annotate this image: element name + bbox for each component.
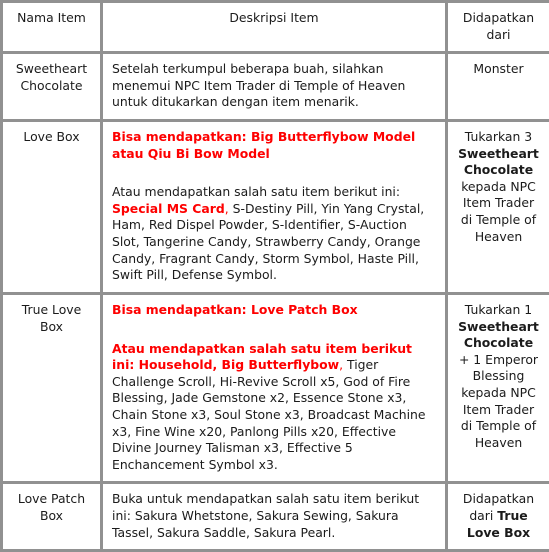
- description-paragraph: Atau mendapatkan salah satu item berikut…: [112, 341, 436, 474]
- item-source-sweetheart-chocolate: Monster: [447, 53, 549, 121]
- source-true-love-box-segment-0: Tukarkan 1: [465, 302, 532, 317]
- description-paragraph: Atau mendapatkan salah satu item berikut…: [112, 184, 436, 284]
- description-love-patch-box-p0-segment-0: Buka untuk mendapatkan salah satu item b…: [112, 491, 419, 539]
- item-name-true-love-box: True Love Box: [2, 293, 102, 482]
- table-row: Sweetheart ChocolateSetelah terkumpul be…: [2, 53, 549, 121]
- source-sweetheart-chocolate-segment-0: Monster: [473, 61, 523, 76]
- item-description-sweetheart-chocolate: Setelah terkumpul beberapa buah, silahka…: [102, 53, 447, 121]
- table-row: True Love BoxBisa mendapatkan: Love Patc…: [2, 293, 549, 482]
- description-paragraph: Bisa mendapatkan: Love Patch Box: [112, 302, 436, 319]
- column-header-item-source: Didapatkan dari: [447, 2, 549, 53]
- item-name-love-patch-box: Love Patch Box: [2, 483, 102, 551]
- item-name-love-box: Love Box: [2, 121, 102, 294]
- item-reward-table: Nama Item Deskripsi Item Didapatkan dari…: [0, 0, 549, 552]
- description-true-love-box-p1-segment-2: Tiger Challenge Scroll, Hi-Revive Scroll…: [112, 357, 426, 472]
- table-header: Nama Item Deskripsi Item Didapatkan dari: [2, 2, 549, 53]
- source-love-box-segment-2: kepada NPC Item Trader di Temple of Heav…: [461, 179, 536, 244]
- source-love-box-segment-0: Tukarkan 3: [465, 129, 532, 144]
- item-description-love-patch-box: Buka untuk mendapatkan salah satu item b…: [102, 483, 447, 551]
- item-source-true-love-box: Tukarkan 1 Sweetheart Chocolate + 1 Empe…: [447, 293, 549, 482]
- table-row: Love Patch BoxBuka untuk mendapatkan sal…: [2, 483, 549, 551]
- item-source-love-patch-box: Didapatkan dari True Love Box: [447, 483, 549, 551]
- description-love-box-p1-segment-1: Special MS Card: [112, 201, 225, 216]
- description-paragraph: Buka untuk mendapatkan salah satu item b…: [112, 491, 436, 541]
- description-true-love-box-p0-segment-0: Bisa mendapatkan: Love Patch Box: [112, 302, 358, 317]
- column-header-item-name: Nama Item: [2, 2, 102, 53]
- description-love-box-p1-segment-0: Atau mendapatkan salah satu item berikut…: [112, 184, 400, 199]
- item-source-love-box: Tukarkan 3 Sweetheart Chocolate kepada N…: [447, 121, 549, 294]
- item-description-love-box: Bisa mendapatkan: Big Butterflybow Model…: [102, 121, 447, 294]
- source-love-box-segment-1: Sweetheart Chocolate: [458, 146, 539, 178]
- description-sweetheart-chocolate-p0-segment-0: Setelah terkumpul beberapa buah, silahka…: [112, 61, 405, 109]
- description-love-box-p0-segment-0: Bisa mendapatkan: Big Butterflybow Model…: [112, 129, 415, 161]
- source-true-love-box-segment-2: + 1 Emperor Blessing kepada NPC Item Tra…: [459, 352, 538, 450]
- table-row: Love Box Bisa mendapatkan: Big Butterflyb…: [2, 121, 549, 294]
- table-header-row: Nama Item Deskripsi Item Didapatkan dari: [2, 2, 549, 53]
- item-description-true-love-box: Bisa mendapatkan: Love Patch Box Atau men…: [102, 293, 447, 482]
- item-name-sweetheart-chocolate: Sweetheart Chocolate: [2, 53, 102, 121]
- column-header-item-description: Deskripsi Item: [102, 2, 447, 53]
- description-paragraph: Bisa mendapatkan: Big Butterflybow Model…: [112, 129, 436, 162]
- description-love-box-p1-segment-2: ,: [225, 201, 233, 216]
- description-true-love-box-p1-segment-1: ,: [339, 357, 347, 372]
- source-true-love-box-segment-1: Sweetheart Chocolate: [458, 319, 539, 351]
- description-paragraph: Setelah terkumpul beberapa buah, silahka…: [112, 61, 436, 111]
- table-body: Sweetheart ChocolateSetelah terkumpul be…: [2, 53, 549, 551]
